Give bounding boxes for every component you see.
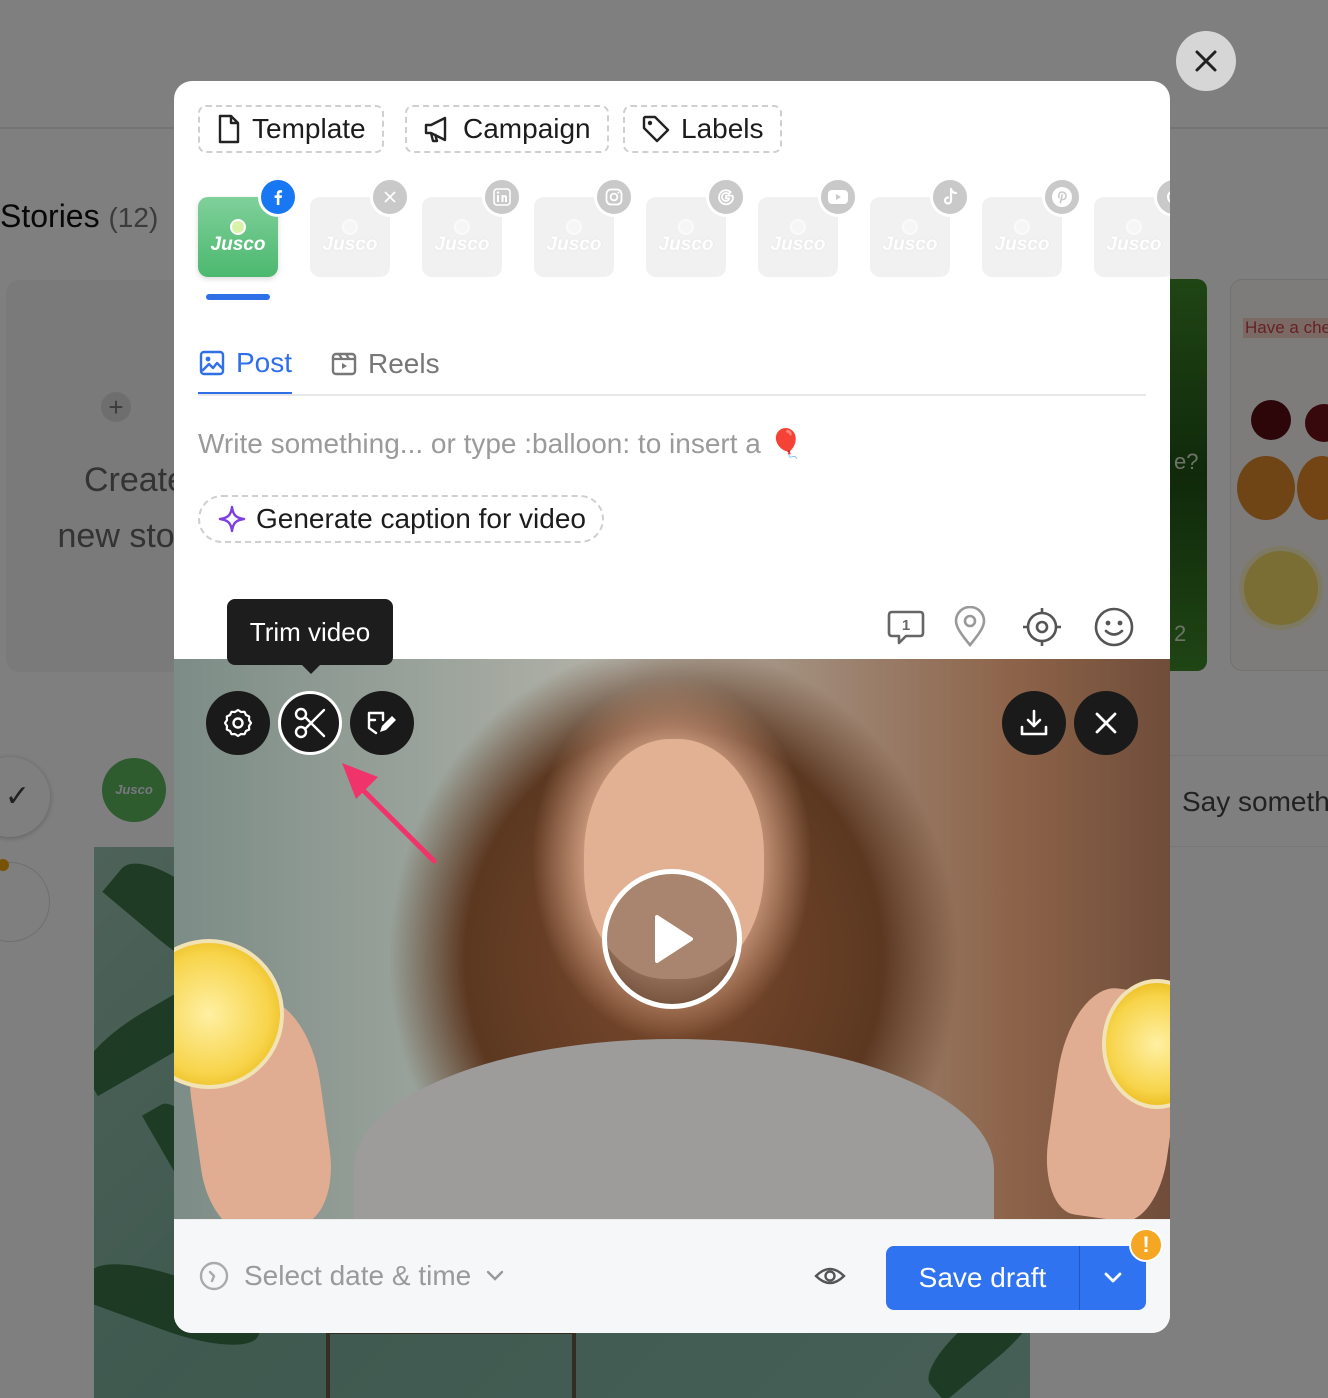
lime-icon [902, 219, 918, 235]
tab-post[interactable]: Post [198, 333, 293, 395]
tab-reels-label: Reels [368, 348, 440, 379]
target-icon [1023, 608, 1061, 646]
schedule-picker[interactable]: Select date & time [198, 1260, 505, 1292]
account-google[interactable]: Jusco [646, 177, 746, 277]
account-linkedin[interactable]: Jusco [422, 177, 522, 277]
modal-footer: Select date & time Save draft ! [174, 1219, 1170, 1333]
pinterest-icon [1042, 177, 1082, 217]
lime-icon [1126, 219, 1142, 235]
template-label: Template [252, 113, 366, 144]
lime-icon [1014, 219, 1030, 235]
close-modal-button[interactable] [1176, 31, 1236, 91]
close-icon [1095, 712, 1117, 734]
megaphone-icon [424, 116, 447, 143]
download-video-button[interactable] [1002, 691, 1066, 755]
labels-button[interactable]: Labels [623, 105, 782, 153]
template-button[interactable]: Template [198, 105, 384, 153]
target-button[interactable] [1020, 605, 1064, 649]
tiktok-icon [930, 177, 970, 217]
brand-name: Jusco [434, 234, 490, 255]
download-icon [1020, 709, 1048, 736]
clock-icon [199, 1261, 229, 1291]
comment-icon: 1 [887, 610, 925, 645]
lime-icon [566, 219, 582, 235]
video-frame-person [354, 1039, 994, 1219]
brand-name: Jusco [882, 234, 938, 255]
brand-name: Jusco [658, 234, 714, 255]
save-draft-button-group: Save draft [886, 1246, 1146, 1310]
gear-icon [223, 708, 253, 738]
brand-name: Jusco [546, 234, 602, 255]
warning-badge[interactable]: ! [1129, 1228, 1163, 1262]
location-button[interactable] [948, 605, 992, 649]
scissors-icon [294, 707, 326, 739]
first-comment-button[interactable]: 1 [884, 605, 928, 649]
tab-reels[interactable]: Reels [330, 333, 440, 395]
video-settings-button[interactable] [206, 691, 270, 755]
tab-post-label: Post [236, 346, 293, 378]
brand-name: Jusco [210, 234, 266, 255]
tag-icon [642, 115, 670, 143]
cover-edit-icon [367, 711, 396, 735]
account-threads[interactable]: Jusco [1094, 177, 1170, 277]
account-youtube[interactable]: Jusco [758, 177, 858, 277]
google-icon [706, 177, 746, 217]
brand-name: Jusco [1106, 234, 1162, 255]
account-x[interactable]: Jusco [310, 177, 410, 277]
brand-name: Jusco [322, 234, 378, 255]
remove-video-button[interactable] [1074, 691, 1138, 755]
create-post-modal: Template Campaign Labels Jusco Jusco Jus… [174, 81, 1170, 1333]
chevron-down-icon [487, 1270, 504, 1281]
account-tiktok[interactable]: Jusco [870, 177, 970, 277]
schedule-placeholder: Select date & time [244, 1260, 472, 1291]
selected-account-indicator [206, 294, 270, 300]
instagram-icon [594, 177, 634, 217]
x-icon [370, 177, 410, 217]
location-pin-icon [954, 606, 986, 648]
play-button[interactable] [602, 869, 742, 1009]
brand-name: Jusco [770, 234, 826, 255]
chevron-down-icon [1104, 1272, 1122, 1283]
eye-icon [814, 1267, 846, 1285]
smiley-icon [1094, 607, 1134, 647]
reels-icon [331, 352, 357, 376]
youtube-icon [818, 177, 858, 217]
lime-icon [342, 219, 358, 235]
play-icon [655, 915, 693, 963]
brand-name: Jusco [994, 234, 1050, 255]
lime-icon [678, 219, 694, 235]
sparkle-icon [218, 505, 246, 533]
save-draft-button[interactable]: Save draft [886, 1246, 1080, 1310]
linkedin-icon [482, 177, 522, 217]
account-facebook[interactable]: Jusco [198, 177, 298, 277]
comment-count: 1 [902, 617, 910, 634]
lime-icon [454, 219, 470, 235]
campaign-label: Campaign [463, 113, 591, 144]
post-text-input[interactable]: Write something... or type :balloon: to … [198, 427, 804, 460]
preview-button[interactable] [814, 1264, 846, 1293]
lime-icon [230, 219, 246, 235]
account-instagram[interactable]: Jusco [534, 177, 634, 277]
account-pinterest[interactable]: Jusco [982, 177, 1082, 277]
video-preview[interactable] [174, 659, 1170, 1219]
labels-label: Labels [681, 113, 764, 144]
trim-video-tooltip: Trim video [227, 599, 393, 674]
edit-thumbnail-button[interactable] [350, 691, 414, 755]
tabs-divider [198, 394, 1146, 396]
file-icon [218, 114, 240, 144]
generate-caption-button[interactable]: Generate caption for video [198, 495, 604, 543]
facebook-icon [258, 177, 298, 217]
image-icon [199, 350, 225, 375]
lime-icon [790, 219, 806, 235]
close-icon [1195, 50, 1217, 72]
trim-video-button[interactable] [278, 691, 342, 755]
generate-caption-label: Generate caption for video [256, 503, 586, 534]
campaign-button[interactable]: Campaign [405, 105, 609, 153]
annotation-arrow [342, 763, 437, 864]
emoji-button[interactable] [1092, 605, 1136, 649]
